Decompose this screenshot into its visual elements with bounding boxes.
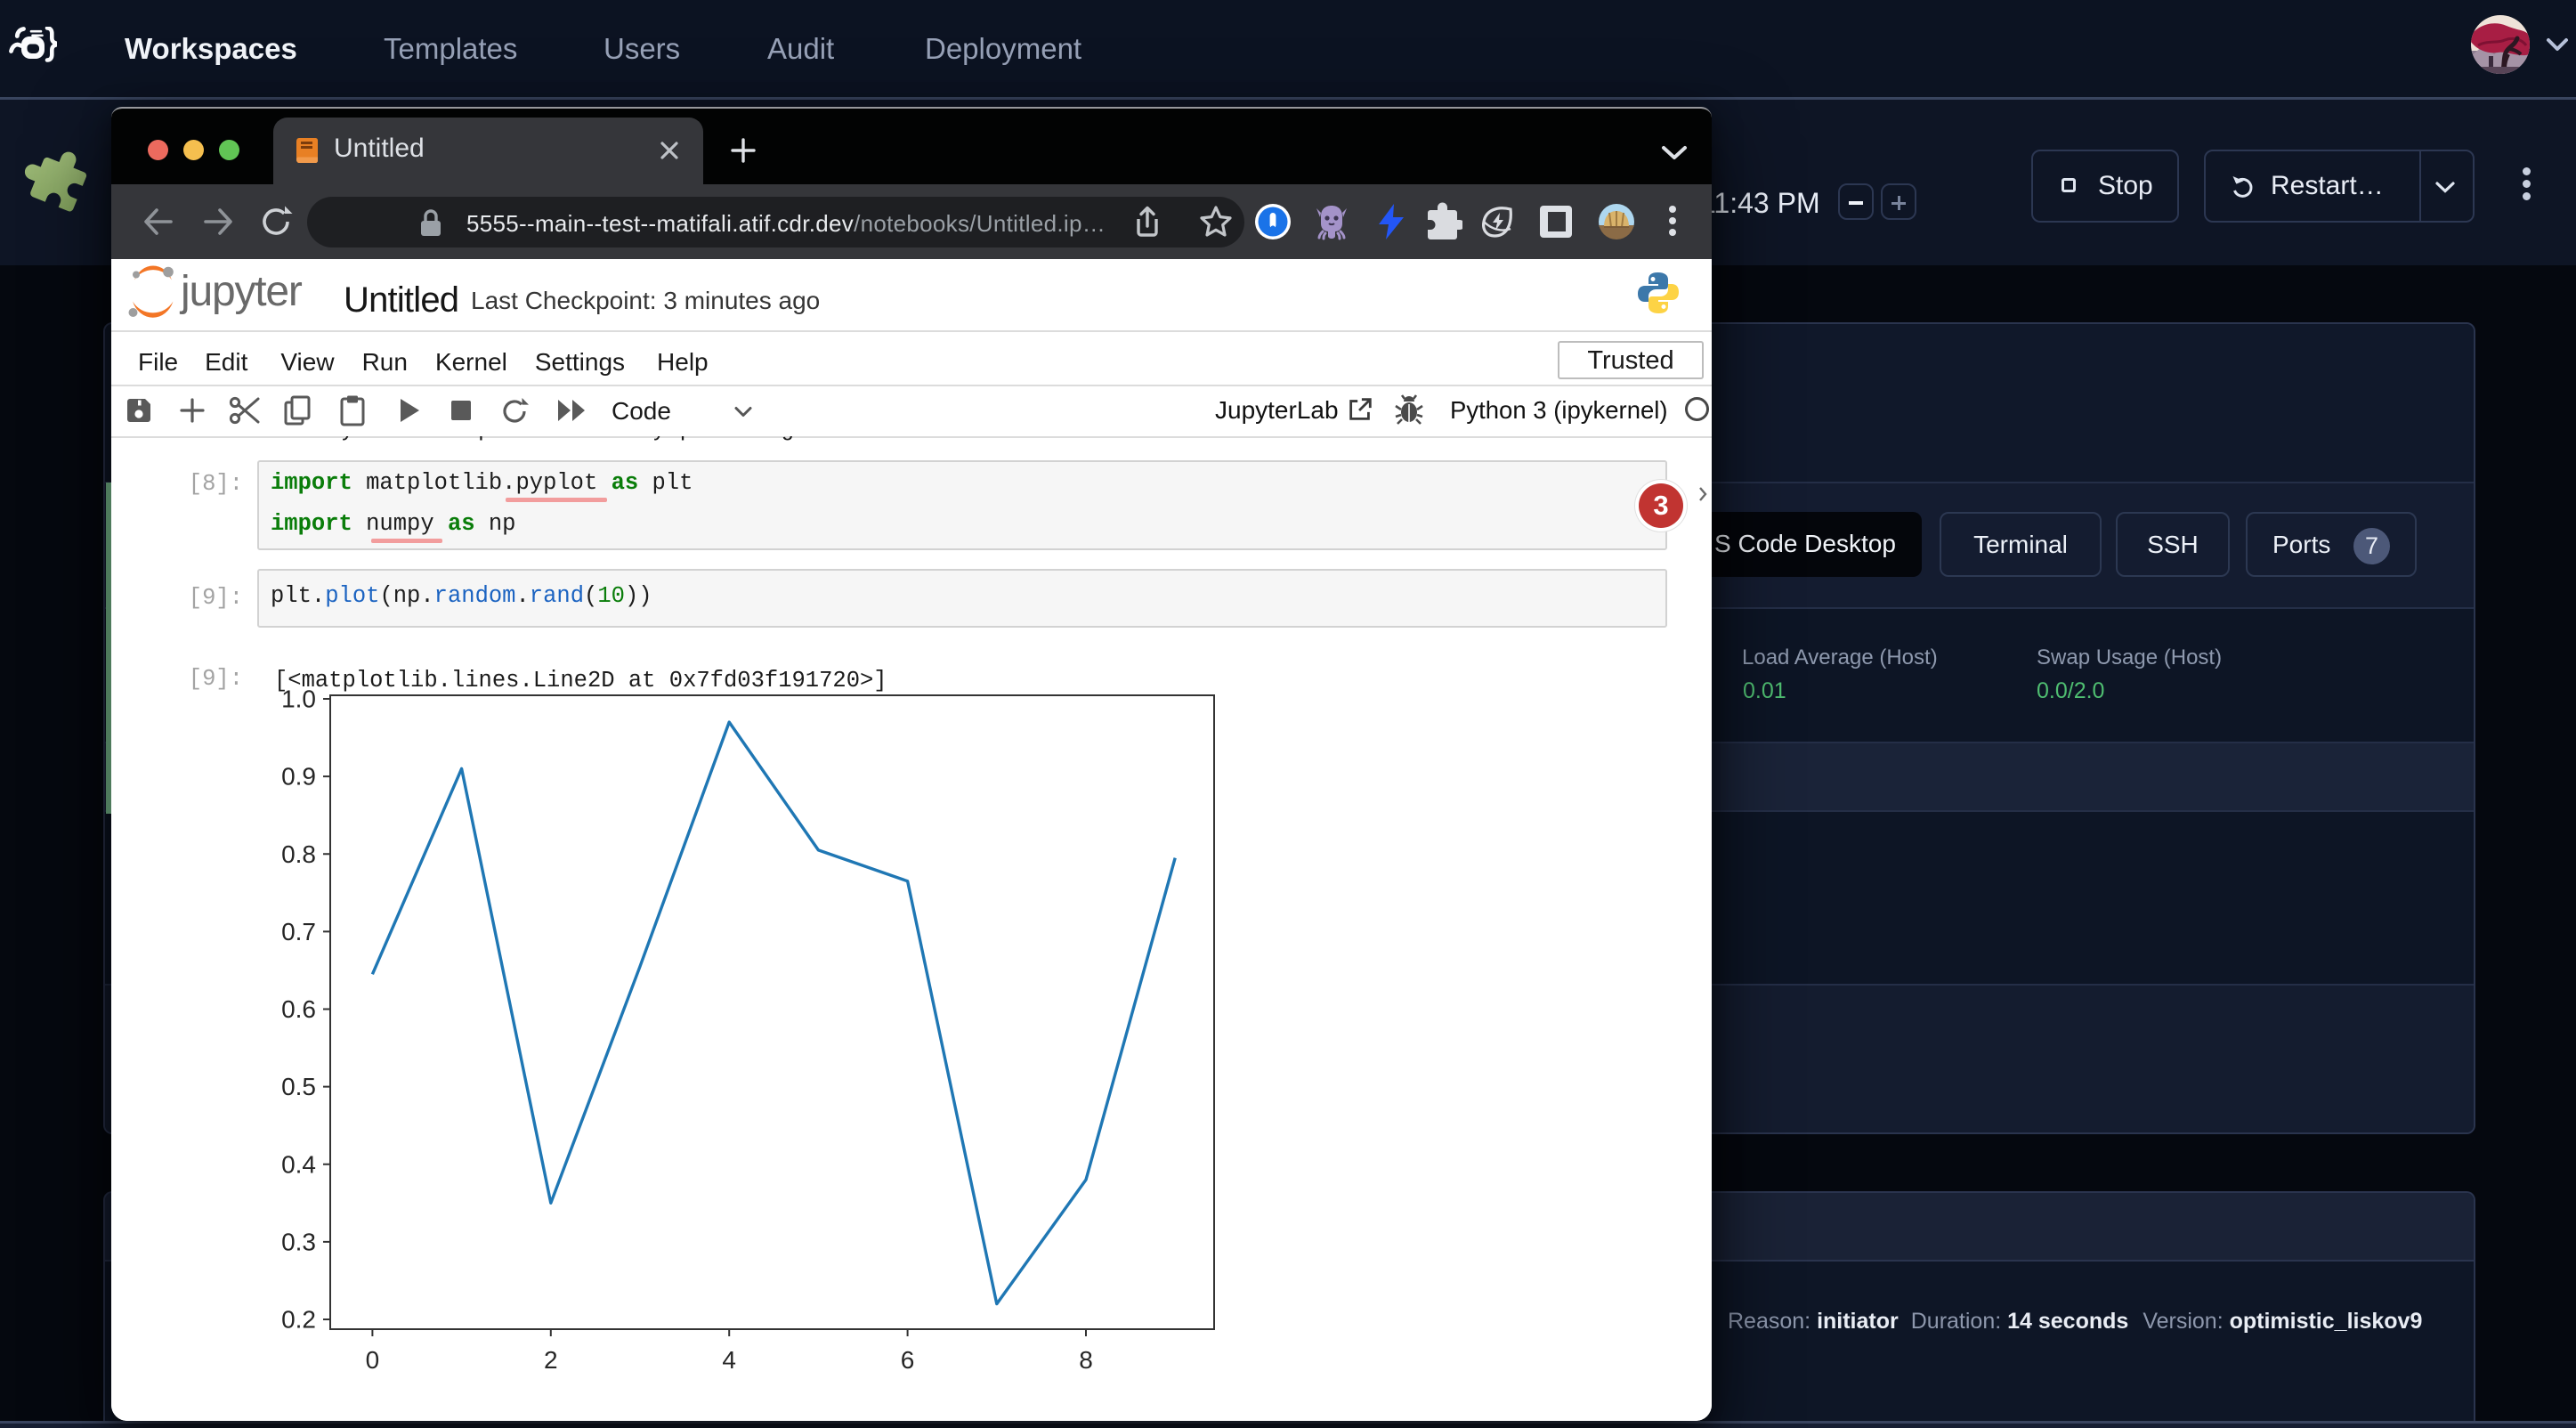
svg-text:6: 6 [901, 1346, 915, 1374]
svg-text:2: 2 [544, 1346, 558, 1374]
svg-text:8: 8 [1079, 1346, 1093, 1374]
svg-text:1.0: 1.0 [281, 686, 316, 713]
svg-text:0.7: 0.7 [281, 918, 316, 945]
svg-text:0.4: 0.4 [281, 1150, 316, 1178]
svg-text:0.9: 0.9 [281, 763, 316, 791]
svg-text:jupyter: jupyter [179, 268, 303, 315]
svg-text:4: 4 [722, 1346, 736, 1374]
svg-text:0: 0 [366, 1346, 380, 1374]
svg-text:0.6: 0.6 [281, 995, 316, 1023]
svg-text:0.2: 0.2 [281, 1306, 316, 1334]
svg-text:0.8: 0.8 [281, 840, 316, 868]
svg-text:0.5: 0.5 [281, 1073, 316, 1100]
svg-text:0.3: 0.3 [281, 1228, 316, 1255]
